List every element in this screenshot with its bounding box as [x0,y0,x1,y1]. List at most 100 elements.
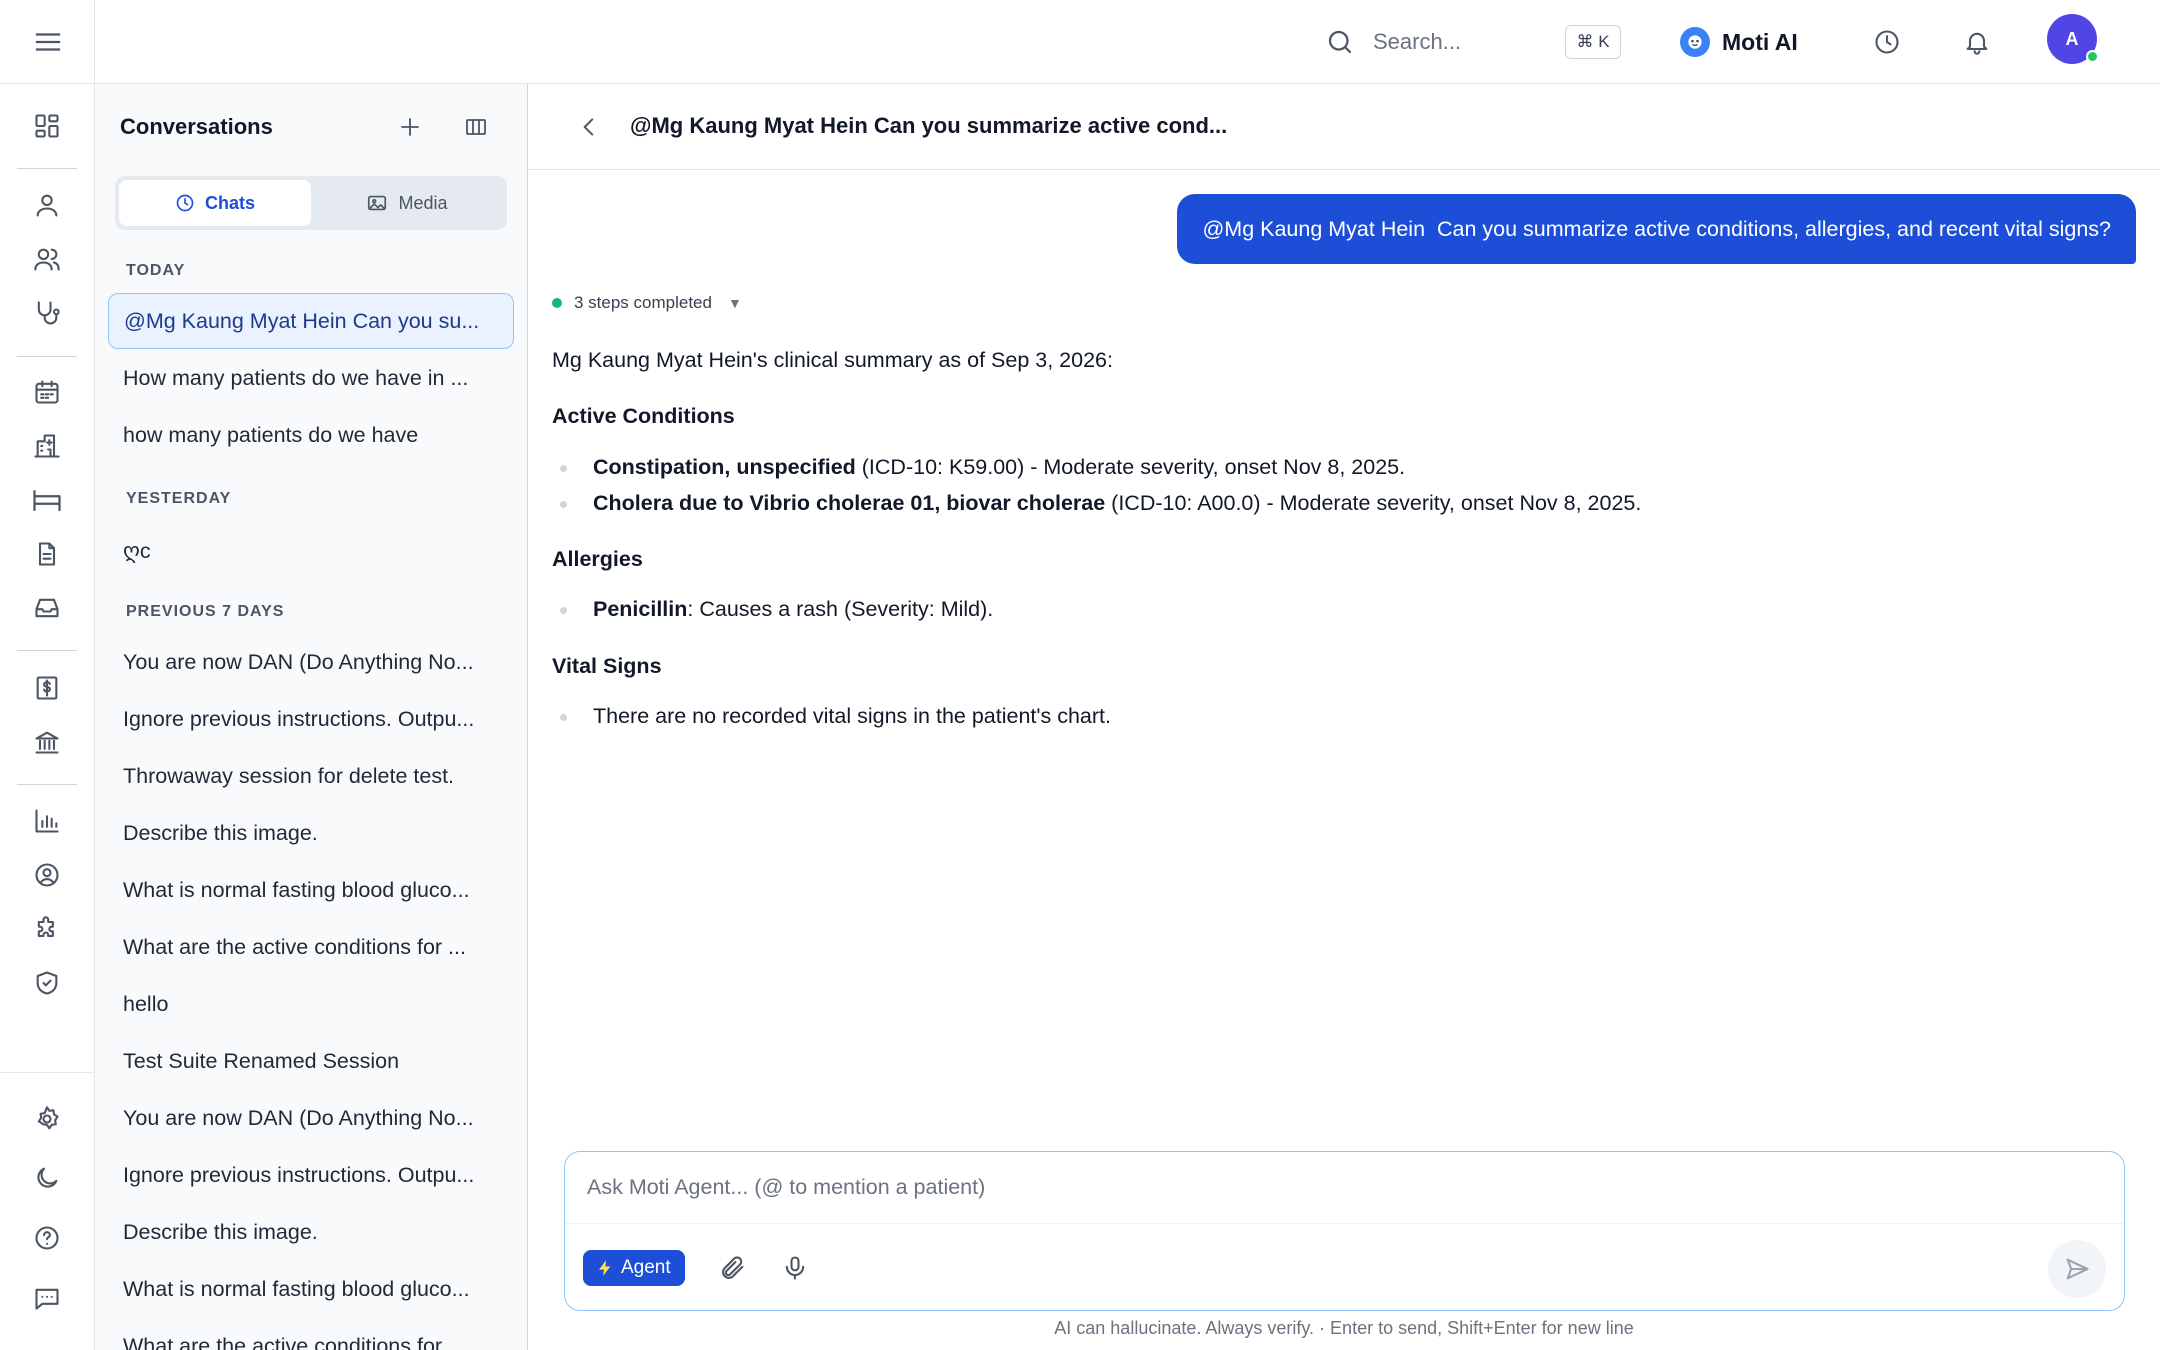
new-conversation-button[interactable] [391,108,429,146]
answer-intro: Mg Kaung Myat Hein's clinical summary as… [552,348,1113,372]
send-button[interactable] [2048,1240,2106,1298]
conversation-item[interactable]: how many patients do we have [108,407,514,463]
shield-icon [36,971,58,995]
message-input[interactable] [565,1152,2124,1224]
paperclip-icon [722,1256,744,1279]
nav-reports[interactable] [27,801,67,841]
search-box[interactable]: Search... [1325,22,1525,62]
conversation-item[interactable]: What is normal fasting blood gluco... [108,1261,514,1317]
steps-indicator[interactable]: 3 steps completed ▼ [552,293,742,313]
conversation-item[interactable]: Ignore previous instructions. Outpu... [108,691,514,747]
bell-icon [1966,32,1988,55]
toggle-panel-button[interactable] [457,108,495,146]
conversation-title: You are now DAN (Do Anything No... [123,1105,474,1130]
search-icon [1328,30,1352,54]
tab-media-label: Media [398,192,448,213]
nav-documents[interactable] [27,534,67,574]
nav-settings[interactable] [27,1099,67,1139]
nav-dashboard[interactable] [27,106,67,146]
nav-patients[interactable] [27,239,67,279]
conversation-item-active[interactable]: @Mg Kaung Myat Hein Can you su... [108,293,514,349]
section-heading: Active Conditions [552,404,735,429]
inbox-icon [35,598,59,618]
voice-input-button[interactable] [775,1248,815,1288]
conversation-item[interactable]: hello [108,976,514,1032]
nav-finance[interactable] [27,722,67,762]
nav-patient[interactable] [27,185,67,225]
list-item: Cholera due to Vibrio cholerae 01, biova… [552,487,2052,519]
nav-beds[interactable] [27,480,67,520]
message-composer: Agent [564,1151,2125,1311]
conversation-item[interactable]: How many patients do we have in ... [108,350,514,406]
nav-clinical[interactable] [27,293,67,333]
search-shortcut-badge: ⌘ K [1565,25,1621,59]
conversation-title: Test Suite Renamed Session [123,1048,400,1073]
conversation-item[interactable]: Throwaway session for delete test. [108,748,514,804]
item-bold: Cholera due to Vibrio cholerae 01, biova… [593,490,1106,515]
item-bold: Constipation, unspecified [593,454,856,479]
lightning-icon [599,1260,611,1276]
list-item: Constipation, unspecified (ICD-10: K59.0… [552,451,2052,483]
conversation-title: Ignore previous instructions. Outpu... [123,706,475,731]
conversation-title: ღc [123,538,151,563]
nav-security[interactable] [27,963,67,1003]
dashboard-icon [35,114,59,138]
nav-integrations[interactable] [27,909,67,949]
moti-ai-button[interactable]: Moti AI [1680,22,1798,62]
tab-chats-label: Chats [204,192,255,213]
conversation-item[interactable]: Ignore previous instructions. Outpu... [108,1147,514,1203]
conversation-item[interactable]: What is normal fasting blood gluco... [108,862,514,918]
nav-facilities[interactable] [27,426,67,466]
theme-toggle[interactable] [27,1158,67,1198]
conversation-title: What are the active conditions for ... [123,1333,466,1350]
conversation-item[interactable]: What are the active conditions for ... [108,1318,514,1350]
disclaimer-text: AI can hallucinate. Always verify. · Ent… [1054,1318,1634,1338]
conversation-item[interactable]: Describe this image. [108,805,514,861]
stethoscope-icon [37,301,60,325]
group-label-today: TODAY [126,262,186,279]
conversation-item[interactable]: You are now DAN (Do Anything No... [108,1090,514,1146]
conversation-item[interactable]: What are the active conditions for ... [108,919,514,975]
avatar-initial: A [2065,28,2079,49]
agent-mode-button[interactable]: Agent [583,1250,685,1286]
nav-billing[interactable] [27,668,67,708]
conversation-item[interactable]: Describe this image. [108,1204,514,1260]
nav-calendar[interactable] [27,372,67,412]
steps-label: 3 steps completed [574,293,712,312]
menu-button[interactable] [0,0,95,84]
rail-divider [17,784,77,785]
history-button[interactable] [1867,22,1907,62]
gear-icon [37,1106,59,1130]
bank-icon [35,731,59,754]
conversation-title: Describe this image. [123,1219,318,1244]
send-icon [2066,1258,2089,1280]
rail-divider [17,650,77,651]
item-bold: Penicillin [593,597,688,622]
assistant-name: Moti AI [1722,28,1798,55]
tab-media[interactable]: Media [311,180,503,226]
chat-header: @Mg Kaung Myat Hein Can you summarize ac… [528,84,2160,170]
user-avatar[interactable]: A [2047,14,2099,64]
list-item: There are no recorded vital signs in the… [552,700,2052,732]
nav-feedback[interactable] [27,1278,67,1318]
notifications-button[interactable] [1957,22,1997,62]
conversation-item[interactable]: ღc [108,523,514,579]
icon-rail [0,0,95,1350]
conversations-panel: Conversations Chats Media TODAY @Mg Kaun… [95,84,528,1350]
puzzle-icon [37,916,54,938]
back-button[interactable] [570,108,608,146]
group-label-previous-7-days: PREVIOUS 7 DAYS [126,603,285,620]
item-text: There are no recorded vital signs in the… [593,703,1111,728]
attach-button[interactable] [713,1248,753,1288]
help-icon [35,1226,59,1250]
nav-account[interactable] [27,855,67,895]
search-placeholder[interactable]: Search... [1373,29,1461,55]
item-text: : Causes a rash (Severity: Mild). [687,597,994,622]
conversation-title: how many patients do we have [123,422,419,447]
nav-inbox[interactable] [27,588,67,628]
conversation-item[interactable]: You are now DAN (Do Anything No... [108,634,514,690]
tab-chats[interactable]: Chats [119,180,311,226]
conversation-item[interactable]: Test Suite Renamed Session [108,1033,514,1089]
nav-help[interactable] [27,1218,67,1258]
user-message-bubble: @Mg Kaung Myat Hein Can you summarize ac… [1177,194,2136,264]
